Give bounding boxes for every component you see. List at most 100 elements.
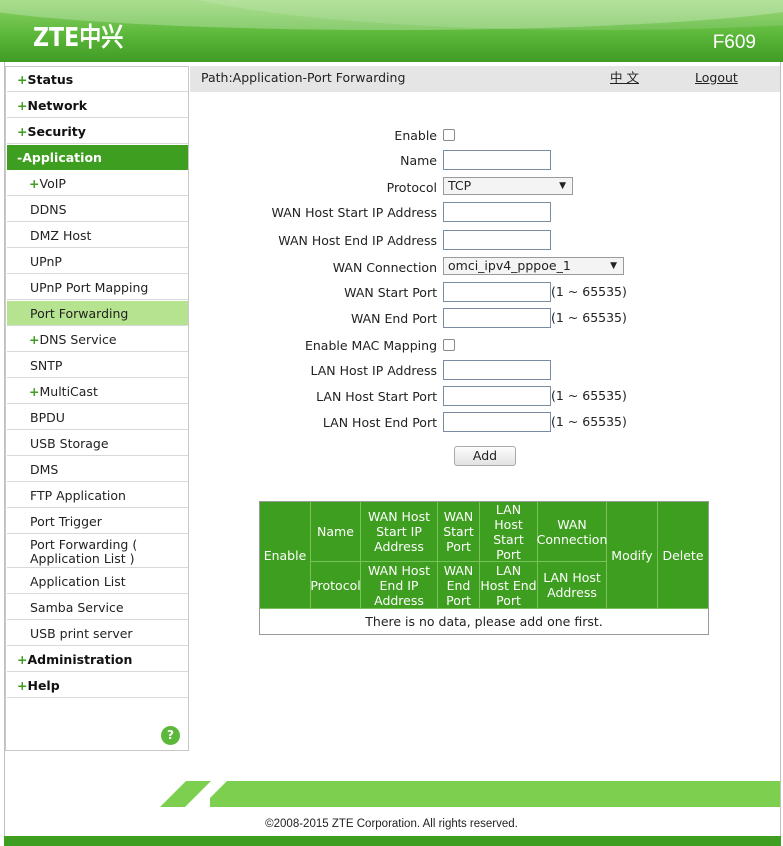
sidebar-nav: +Status +Network +Security -Application … (5, 66, 189, 751)
sidebar-item-label: Administration (27, 652, 133, 667)
protocol-select[interactable]: TCP ▼ (443, 177, 573, 195)
protocol-label: Protocol (386, 180, 437, 195)
th-lan-host-start-port: LAN Host Start Port (480, 502, 538, 562)
language-switch-link[interactable]: 中 文 (610, 66, 639, 90)
sidebar-item-administration[interactable]: +Administration (7, 647, 188, 672)
th-name: Name (311, 502, 361, 562)
protocol-selected-value: TCP (448, 178, 472, 193)
enable-checkbox[interactable] (443, 129, 455, 141)
sidebar-item-dms[interactable]: DMS (7, 457, 188, 482)
footer-band (5, 778, 780, 810)
th-lan-host-end-port: LAN Host End Port (480, 562, 538, 609)
breadcrumb: Path:Application-Port Forwarding (201, 70, 406, 85)
th-protocol: Protocol (310, 562, 361, 609)
sidebar-item-label: Security (27, 124, 86, 139)
th-wan-start-port: WAN Start Port (438, 502, 480, 562)
form-row-wan-connection: WAN Connection omci_ipv4_pppoe_1 ▼ (190, 257, 780, 279)
sidebar-item-upnp[interactable]: UPnP (7, 249, 188, 274)
form-row-name: Name (190, 150, 780, 172)
expand-plus-icon: + (17, 124, 28, 139)
lan-host-ip-input[interactable] (443, 360, 551, 380)
name-label: Name (400, 153, 437, 168)
name-input[interactable] (443, 150, 551, 170)
lan-host-end-port-input[interactable] (443, 412, 551, 432)
sidebar-item-label: Network (27, 98, 88, 113)
add-button[interactable]: Add (454, 446, 516, 466)
enable-mac-mapping-label: Enable MAC Mapping (304, 338, 437, 353)
lan-host-end-port-label: LAN Host End Port (322, 415, 437, 430)
expand-plus-icon: + (17, 652, 28, 667)
sidebar-item-label: Status (27, 72, 74, 87)
th-wan-end-port: WAN End Port (438, 562, 480, 609)
wan-connection-select[interactable]: omci_ipv4_pppoe_1 ▼ (443, 257, 624, 275)
form-row-wan-host-start-ip: WAN Host Start IP Address (190, 202, 780, 224)
sidebar-item-port-trigger[interactable]: Port Trigger (7, 509, 188, 534)
sidebar-item-voip[interactable]: +VoIP (7, 171, 188, 196)
footer-green-bar (210, 781, 780, 807)
sidebar-item-dmz-host[interactable]: DMZ Host (7, 223, 188, 248)
bottom-bar (4, 836, 781, 846)
form-row-protocol: Protocol TCP ▼ (190, 177, 780, 199)
wan-end-port-range-hint: (1 ~ 65535) (551, 310, 627, 325)
sidebar-item-label: Port Forwarding ( (30, 537, 138, 552)
sidebar-item-ddns[interactable]: DDNS (7, 197, 188, 222)
sidebar-item-label-line2: Application List ) (30, 551, 135, 566)
expand-plus-icon: + (29, 384, 40, 399)
sidebar-item-network[interactable]: +Network (7, 93, 188, 118)
wan-host-start-ip-input[interactable] (443, 202, 551, 222)
copyright-text: ©2008-2015 ZTE Corporation. All rights r… (265, 818, 518, 830)
wan-host-start-ip-label: WAN Host Start IP Address (271, 205, 437, 220)
lan-host-end-port-range-hint: (1 ~ 65535) (551, 414, 627, 429)
form-row-wan-host-end-ip: WAN Host End IP Address (190, 230, 780, 252)
th-wan-host-start-ip: WAN Host Start IP Address (361, 502, 438, 562)
sidebar-item-label: DNS Service (39, 332, 117, 347)
dropdown-arrow-icon: ▼ (610, 261, 617, 271)
enable-mac-mapping-checkbox[interactable] (443, 339, 455, 351)
device-model: F609 (712, 32, 756, 53)
lan-host-start-port-range-hint: (1 ~ 65535) (551, 388, 627, 403)
lan-host-ip-label: LAN Host IP Address (310, 363, 437, 378)
wan-end-port-input[interactable] (443, 308, 551, 328)
sidebar-item-label: MultiCast (39, 384, 98, 399)
form-row-wan-start-port: WAN Start Port (1 ~ 65535) (190, 282, 780, 304)
sidebar-item-bpdu[interactable]: BPDU (7, 405, 188, 430)
form-row-lan-host-start-port: LAN Host Start Port (1 ~ 65535) (190, 386, 780, 408)
wan-host-end-ip-label: WAN Host End IP Address (278, 233, 437, 248)
sidebar-item-status[interactable]: +Status (7, 67, 188, 92)
sidebar-item-ftp-application[interactable]: FTP Application (7, 483, 188, 508)
sidebar-item-port-forwarding-app-list[interactable]: Port Forwarding (Application List ) (7, 535, 188, 568)
form-row-lan-host-ip: LAN Host IP Address (190, 360, 780, 382)
sidebar-item-sntp[interactable]: SNTP (7, 353, 188, 378)
sidebar-item-security[interactable]: +Security (7, 119, 188, 144)
form-row-lan-host-end-port: LAN Host End Port (1 ~ 65535) (190, 412, 780, 434)
form-row-enable-mac-mapping: Enable MAC Mapping (190, 335, 780, 357)
sidebar-item-usb-storage[interactable]: USB Storage (7, 431, 188, 456)
sidebar-item-port-forwarding[interactable]: Port Forwarding (7, 301, 188, 326)
header-banner: ZTE中兴 F609 (0, 0, 783, 62)
sidebar-item-upnp-port-mapping[interactable]: UPnP Port Mapping (7, 275, 188, 300)
expand-plus-icon: + (29, 332, 40, 347)
sidebar-item-dns-service[interactable]: +DNS Service (7, 327, 188, 352)
expand-plus-icon: + (17, 98, 28, 113)
wan-host-end-ip-input[interactable] (443, 230, 551, 250)
sidebar-item-label: VoIP (39, 176, 66, 191)
help-question-icon[interactable]: ? (161, 726, 180, 745)
th-wan-connection: WAN Connection (537, 502, 607, 562)
wan-connection-label: WAN Connection (332, 260, 437, 275)
sidebar-item-label: Help (27, 678, 60, 693)
sidebar-item-samba-service[interactable]: Samba Service (7, 595, 188, 620)
sidebar-item-application[interactable]: -Application (7, 145, 188, 170)
logout-link[interactable]: Logout (695, 66, 738, 90)
lan-host-start-port-label: LAN Host Start Port (316, 389, 437, 404)
sidebar-item-usb-print-server[interactable]: USB print server (7, 621, 188, 646)
wan-end-port-label: WAN End Port (350, 311, 437, 326)
lan-host-start-port-input[interactable] (443, 386, 551, 406)
wan-start-port-input[interactable] (443, 282, 551, 302)
form-row-wan-end-port: WAN End Port (1 ~ 65535) (190, 308, 780, 330)
expand-plus-icon: + (17, 678, 28, 693)
sidebar-item-multicast[interactable]: +MultiCast (7, 379, 188, 404)
sidebar-item-help[interactable]: +Help (7, 673, 188, 698)
th-wan-host-end-ip: WAN Host End IP Address (361, 562, 438, 609)
sidebar-item-application-list[interactable]: Application List (7, 569, 188, 594)
wan-connection-selected-value: omci_ipv4_pppoe_1 (448, 258, 571, 273)
